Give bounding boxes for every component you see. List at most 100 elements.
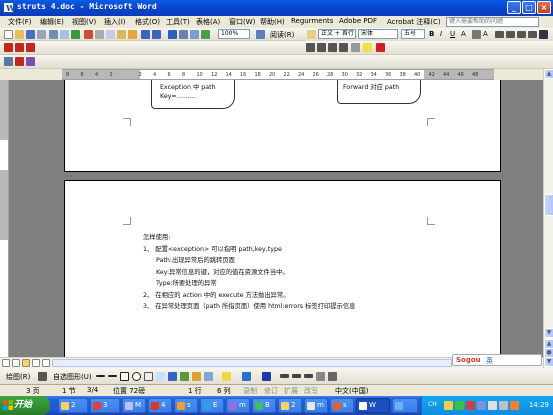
drawing-icon[interactable]: [201, 30, 210, 39]
menu-help[interactable]: 帮助(H): [260, 17, 285, 27]
start-button[interactable]: 开始: [0, 396, 50, 415]
increase-indent-icon[interactable]: [339, 43, 348, 52]
taskbar-item[interactable]: 2: [58, 398, 88, 413]
align-justify-icon[interactable]: [495, 31, 504, 38]
page-2[interactable]: 怎样使用: 1、 配置<exception> 可以指明 path,key,typ…: [64, 180, 501, 357]
tray-language[interactable]: CH: [428, 401, 437, 408]
italic-button[interactable]: I: [440, 30, 442, 38]
reviewing-pane-icon[interactable]: [26, 57, 35, 66]
bold-button[interactable]: B: [429, 30, 434, 38]
next-page-button[interactable]: ▼: [544, 357, 553, 367]
taskbar-item[interactable]: 3: [90, 398, 120, 413]
taskbar-item[interactable]: M: [122, 398, 146, 413]
scroll-up-button[interactable]: ▲: [544, 69, 553, 79]
pdf-review-icon[interactable]: [26, 43, 35, 52]
align-center-icon[interactable]: [506, 31, 515, 38]
help-icon[interactable]: [256, 30, 265, 39]
decrease-indent-icon[interactable]: [328, 43, 337, 52]
tray-icon[interactable]: [466, 401, 475, 410]
taskbar-item-word[interactable]: W: [356, 398, 390, 413]
dash-style-icon[interactable]: [292, 374, 301, 378]
ime-toolbar[interactable]: Sogou 英: [452, 354, 542, 366]
cut-icon[interactable]: [95, 30, 104, 39]
menu-tools[interactable]: 工具(T): [166, 17, 190, 27]
minimize-button[interactable]: _: [507, 1, 521, 14]
bullets-icon[interactable]: [317, 43, 326, 52]
clipart-icon[interactable]: [192, 372, 201, 381]
status-ovr[interactable]: 改写: [304, 386, 318, 396]
web-view-icon[interactable]: [12, 359, 20, 367]
spelling-icon[interactable]: [71, 30, 80, 39]
zoom-select[interactable]: 100%: [218, 29, 250, 39]
hyperlink-icon[interactable]: [168, 30, 177, 39]
rectangle-icon[interactable]: [120, 372, 129, 381]
line-icon[interactable]: [96, 375, 105, 377]
numbering-icon[interactable]: [306, 43, 315, 52]
format-painter-icon[interactable]: [128, 30, 137, 39]
help-search-input[interactable]: [446, 17, 539, 27]
underline-button[interactable]: U: [450, 30, 455, 38]
taskbar-item[interactable]: E: [200, 398, 224, 413]
close-button[interactable]: ×: [537, 1, 551, 14]
menu-acrobat[interactable]: Acrobat 注释(C): [387, 17, 441, 27]
research-icon[interactable]: [84, 30, 93, 39]
taskbar-item[interactable]: 4: [148, 398, 172, 413]
vertical-textbox-icon[interactable]: [156, 372, 165, 381]
print-icon[interactable]: [49, 30, 58, 39]
taskbar-item[interactable]: [392, 398, 418, 413]
pdf-create-icon[interactable]: [4, 43, 13, 52]
columns-icon[interactable]: [190, 30, 199, 39]
scroll-thumb[interactable]: [544, 194, 553, 216]
status-trk[interactable]: 修订: [264, 386, 278, 396]
print-view-icon[interactable]: [22, 359, 30, 367]
clock[interactable]: 14:29: [529, 401, 549, 409]
tray-icon[interactable]: [510, 401, 519, 410]
line-style-icon[interactable]: [280, 374, 289, 378]
menu-format[interactable]: 格式(O): [135, 17, 160, 27]
align-right-icon[interactable]: [517, 31, 526, 38]
char-scale-button[interactable]: A: [483, 30, 488, 38]
paste-icon[interactable]: [117, 30, 126, 39]
maximize-button[interactable]: □: [522, 1, 536, 14]
textbox-icon[interactable]: [144, 372, 153, 381]
scroll-down-button[interactable]: ▼: [544, 328, 553, 338]
draw-menu-button[interactable]: 绘图(R): [6, 372, 30, 382]
font-color-draw-icon[interactable]: [262, 372, 271, 381]
normal-view-icon[interactable]: [2, 359, 10, 367]
style-select[interactable]: 正文 + 首行: [318, 29, 356, 39]
tray-icon[interactable]: [455, 401, 464, 410]
line-spacing-icon[interactable]: [539, 30, 548, 39]
menu-adobe-pdf[interactable]: Adobe PDF: [339, 17, 377, 25]
menu-window[interactable]: 窗口(W): [229, 17, 255, 27]
permission-icon[interactable]: [37, 30, 46, 39]
diagram-icon[interactable]: [180, 372, 189, 381]
network-icon[interactable]: [488, 401, 497, 410]
font-select[interactable]: 宋体: [358, 29, 398, 39]
vertical-ruler[interactable]: [0, 80, 9, 357]
tables-icon[interactable]: [179, 30, 188, 39]
track-changes-icon[interactable]: [15, 57, 24, 66]
status-rec[interactable]: 录制: [243, 386, 257, 396]
distributed-icon[interactable]: [528, 31, 537, 38]
taskbar-item[interactable]: s: [174, 398, 198, 413]
page-1[interactable]: Exception 中 path Key=……… Forward 对应 path: [64, 80, 501, 172]
pdf-email-icon[interactable]: [15, 43, 24, 52]
autoshapes-button[interactable]: 自选图形(U): [53, 372, 92, 382]
redo-icon[interactable]: [152, 30, 161, 39]
styles-icon[interactable]: [307, 30, 316, 39]
select-objects-icon[interactable]: [38, 372, 47, 381]
highlight-icon[interactable]: [363, 43, 372, 52]
line-color-icon[interactable]: [242, 372, 251, 381]
tray-icon[interactable]: [477, 401, 486, 410]
document-area[interactable]: Exception 中 path Key=……… Forward 对应 path…: [9, 80, 543, 357]
taskbar-item[interactable]: m: [226, 398, 250, 413]
menu-regurments[interactable]: Regurments: [291, 17, 333, 25]
new-document-icon[interactable]: [4, 30, 13, 39]
menu-table[interactable]: 表格(A): [196, 17, 220, 27]
fill-color-icon[interactable]: [222, 372, 231, 381]
char-border-button[interactable]: A: [461, 30, 466, 38]
tray-icon[interactable]: [444, 401, 453, 410]
menu-file[interactable]: 文件(F): [8, 17, 32, 27]
menu-edit[interactable]: 编辑(E): [40, 17, 64, 27]
oval-icon[interactable]: [132, 372, 141, 381]
